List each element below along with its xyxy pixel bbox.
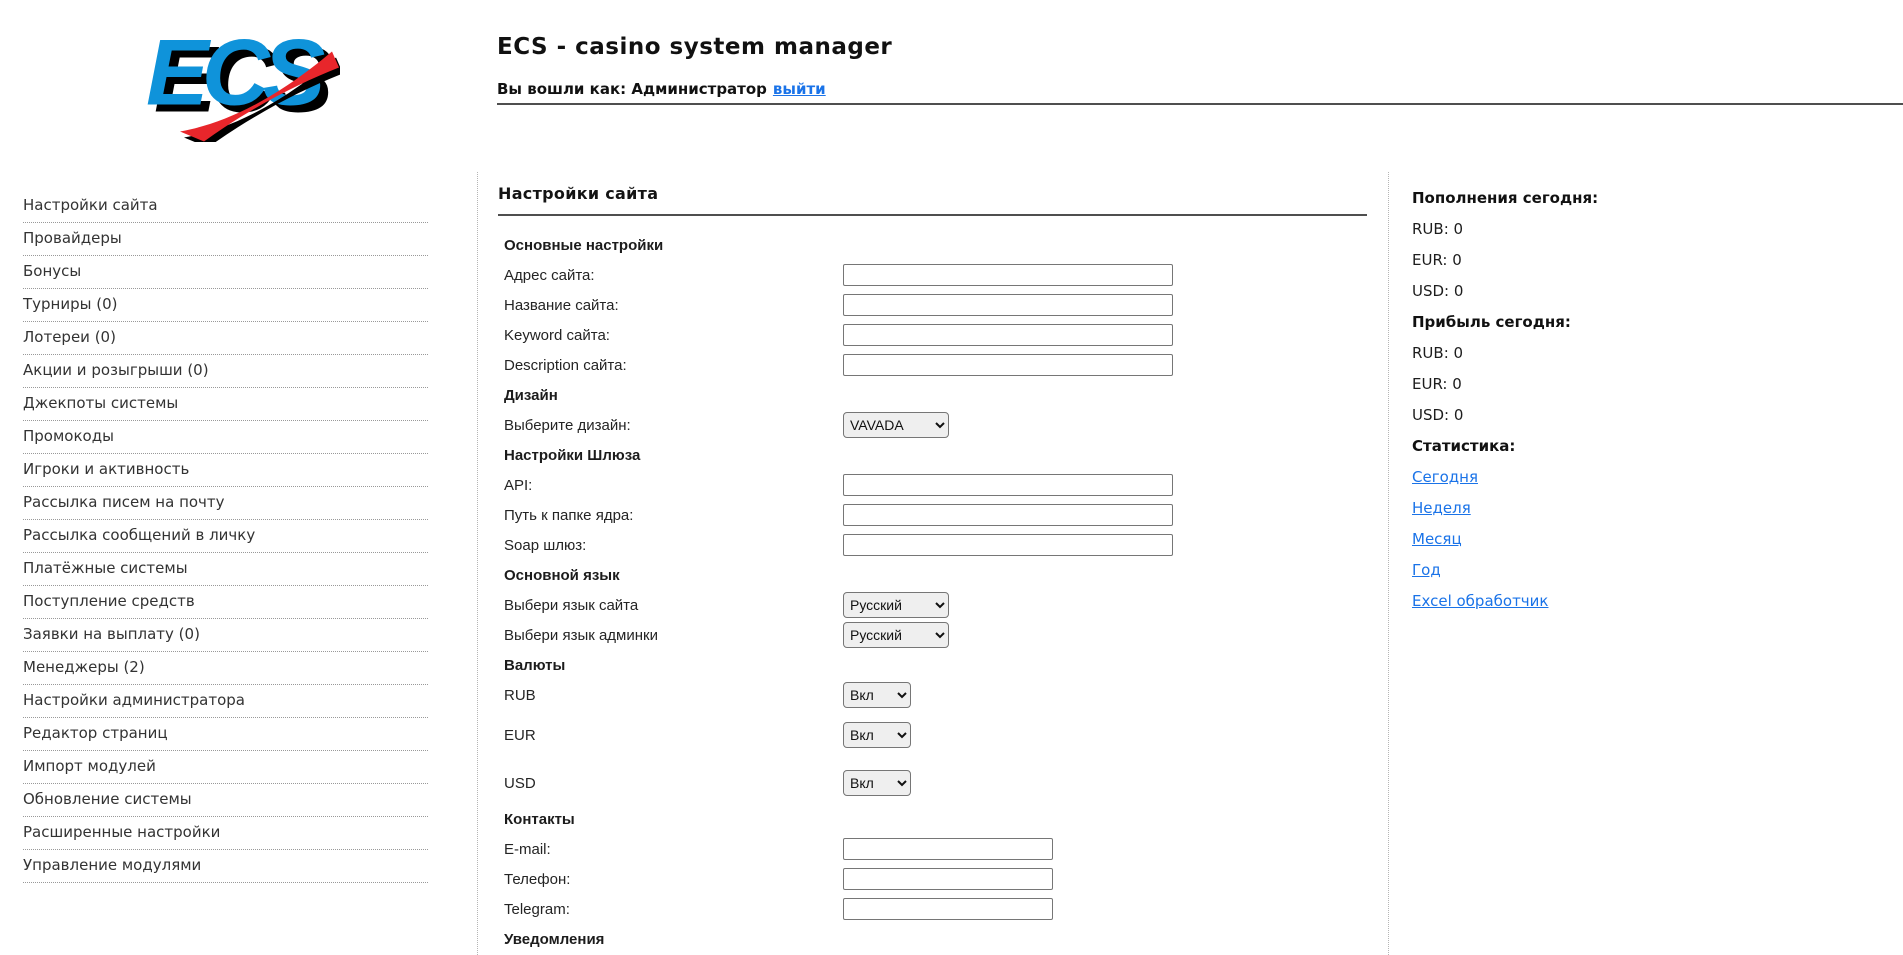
profit-today-heading: Прибыль сегодня: bbox=[1412, 313, 1571, 331]
field-label-site-name: Название сайта: bbox=[504, 296, 619, 314]
sidebar-item-advanced-settings[interactable]: Расширенные настройки bbox=[23, 817, 428, 850]
field-label-core-path: Путь к папке ядра: bbox=[504, 506, 634, 524]
section-heading-notifications: Уведомления bbox=[504, 930, 605, 948]
sidebar-item-promotions[interactable]: Акции и розыгрыши (0) bbox=[23, 355, 428, 388]
section-heading-currencies: Валюты bbox=[504, 656, 566, 674]
stats-link-month[interactable]: Месяц bbox=[1412, 530, 1462, 548]
page-title: ECS - casino system manager bbox=[497, 34, 893, 60]
stats-link-excel[interactable]: Excel обработчик bbox=[1412, 592, 1548, 610]
field-label-api: API: bbox=[504, 476, 533, 494]
site-description-input[interactable] bbox=[843, 354, 1173, 376]
field-label-phone: Телефон: bbox=[504, 870, 571, 888]
deposits-usd-value: USD: 0 bbox=[1412, 282, 1464, 300]
sidebar-item-providers[interactable]: Провайдеры bbox=[23, 223, 428, 256]
core-path-input[interactable] bbox=[843, 504, 1173, 526]
sidebar-item-payout-requests[interactable]: Заявки на выплату (0) bbox=[23, 619, 428, 652]
field-label-design: Выберите дизайн: bbox=[504, 416, 631, 434]
section-heading-gateway: Настройки Шлюза bbox=[504, 446, 641, 464]
profit-eur-value: EUR: 0 bbox=[1412, 375, 1462, 393]
login-status-text: Вы вошли как: Администратор bbox=[497, 80, 767, 98]
section-heading-contacts: Контакты bbox=[504, 810, 575, 828]
field-label-admin-language: Выбери язык админки bbox=[504, 626, 658, 644]
sidebar-item-payment-systems[interactable]: Платёжные системы bbox=[23, 553, 428, 586]
site-language-select[interactable]: Русский bbox=[843, 592, 949, 618]
section-title: Настройки сайта bbox=[498, 184, 1367, 216]
sidebar: Настройки сайта Провайдеры Бонусы Турнир… bbox=[23, 190, 428, 883]
profit-rub-value: RUB: 0 bbox=[1412, 344, 1464, 362]
sidebar-item-bonuses[interactable]: Бонусы bbox=[23, 256, 428, 289]
sidebar-item-site-settings[interactable]: Настройки сайта bbox=[23, 190, 428, 223]
sidebar-item-tournaments[interactable]: Турниры (0) bbox=[23, 289, 428, 322]
design-select[interactable]: VAVADA bbox=[843, 412, 949, 438]
field-label-telegram: Telegram: bbox=[504, 900, 570, 918]
sidebar-item-email-mailing[interactable]: Рассылка писем на почту bbox=[23, 487, 428, 520]
eur-select[interactable]: Вкл bbox=[843, 722, 911, 748]
admin-language-select[interactable]: Русский bbox=[843, 622, 949, 648]
sidebar-item-jackpots[interactable]: Джекпоты системы bbox=[23, 388, 428, 421]
settings-form: Основные настройки Адрес сайта: Название… bbox=[504, 230, 1388, 955]
sidebar-item-page-editor[interactable]: Редактор страниц bbox=[23, 718, 428, 751]
field-label-email: E-mail: bbox=[504, 840, 551, 858]
sidebar-item-incoming-funds[interactable]: Поступление средств bbox=[23, 586, 428, 619]
section-heading-general: Основные настройки bbox=[504, 236, 664, 254]
sidebar-item-module-management[interactable]: Управление модулями bbox=[23, 850, 428, 883]
site-address-input[interactable] bbox=[843, 264, 1173, 286]
sidebar-item-system-update[interactable]: Обновление системы bbox=[23, 784, 428, 817]
section-heading-language: Основной язык bbox=[504, 566, 620, 584]
deposits-eur-value: EUR: 0 bbox=[1412, 251, 1462, 269]
logo-text: ECS bbox=[146, 20, 325, 125]
ecs-logo[interactable]: ECS ECS bbox=[140, 14, 340, 142]
sidebar-item-players-activity[interactable]: Игроки и активность bbox=[23, 454, 428, 487]
deposits-rub-value: RUB: 0 bbox=[1412, 220, 1464, 238]
api-input[interactable] bbox=[843, 474, 1173, 496]
phone-input[interactable] bbox=[843, 868, 1053, 890]
profit-usd-value: USD: 0 bbox=[1412, 406, 1464, 424]
field-label-soap-gateway: Soap шлюз: bbox=[504, 536, 587, 554]
field-label-site-description: Description сайта: bbox=[504, 356, 627, 374]
stats-link-today[interactable]: Сегодня bbox=[1412, 468, 1478, 486]
sidebar-item-promocodes[interactable]: Промокоды bbox=[23, 421, 428, 454]
deposits-today-heading: Пополнения сегодня: bbox=[1412, 189, 1599, 207]
sidebar-item-module-import[interactable]: Импорт модулей bbox=[23, 751, 428, 784]
stats-panel: Пополнения сегодня: RUB: 0 EUR: 0 USD: 0… bbox=[1390, 172, 1810, 622]
field-label-site-keyword: Keyword сайта: bbox=[504, 326, 610, 344]
sidebar-item-managers[interactable]: Менеджеры (2) bbox=[23, 652, 428, 685]
section-heading-design: Дизайн bbox=[504, 386, 558, 404]
field-label-site-language: Выбери язык сайта bbox=[504, 596, 639, 614]
sidebar-item-admin-settings[interactable]: Настройки администратора bbox=[23, 685, 428, 718]
soap-gateway-input[interactable] bbox=[843, 534, 1173, 556]
stats-link-week[interactable]: Неделя bbox=[1412, 499, 1471, 517]
rub-select[interactable]: Вкл bbox=[843, 682, 911, 708]
email-input[interactable] bbox=[843, 838, 1053, 860]
login-status: Вы вошли как: Администратор выйти bbox=[497, 80, 826, 98]
site-name-input[interactable] bbox=[843, 294, 1173, 316]
stats-link-year[interactable]: Год bbox=[1412, 561, 1441, 579]
sidebar-item-lotteries[interactable]: Лотереи (0) bbox=[23, 322, 428, 355]
sidebar-item-pm-mailing[interactable]: Рассылка сообщений в личку bbox=[23, 520, 428, 553]
site-keyword-input[interactable] bbox=[843, 324, 1173, 346]
header-divider bbox=[497, 103, 1903, 105]
telegram-input[interactable] bbox=[843, 898, 1053, 920]
field-label-rub: RUB bbox=[504, 686, 536, 704]
main-panel: Настройки сайта Основные настройки Адрес… bbox=[477, 172, 1389, 955]
field-label-usd: USD bbox=[504, 774, 536, 792]
statistics-heading: Статистика: bbox=[1412, 437, 1516, 455]
field-label-site-address: Адрес сайта: bbox=[504, 266, 595, 284]
field-label-eur: EUR bbox=[504, 726, 536, 744]
usd-select[interactable]: Вкл bbox=[843, 770, 911, 796]
logout-link[interactable]: выйти bbox=[773, 80, 826, 98]
